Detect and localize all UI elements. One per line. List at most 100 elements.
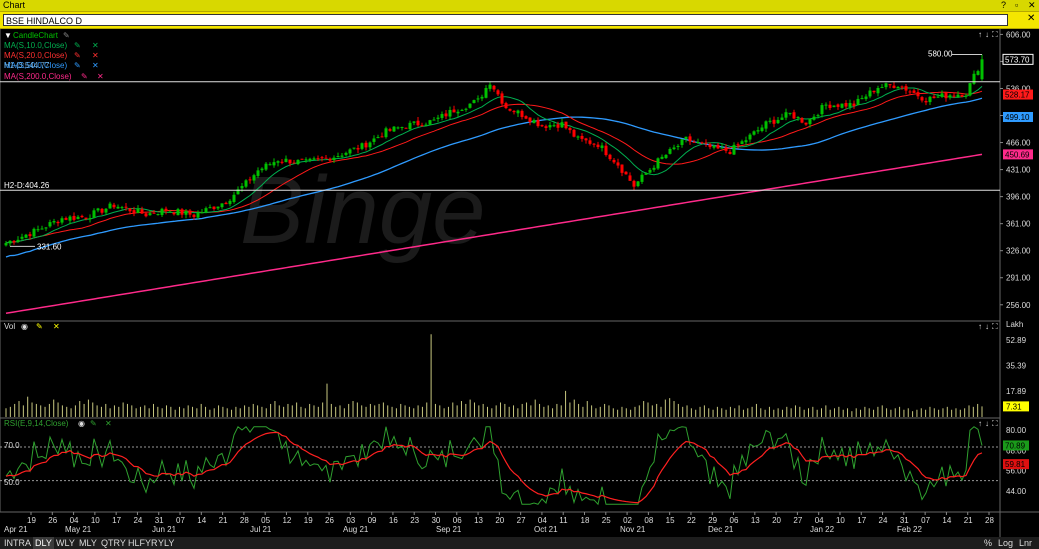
candle-body [176, 209, 180, 216]
candle-body [80, 215, 84, 218]
interval-button-mly[interactable]: MLY [79, 537, 97, 549]
eye-icon[interactable]: ◉ [78, 419, 85, 428]
arrow-down-icon[interactable]: ↓ [985, 322, 989, 331]
remove-x-icon[interactable]: ✕ [53, 322, 60, 331]
remove-x-icon[interactable]: ✕ [92, 61, 99, 70]
candle-body [644, 173, 648, 175]
help-icon[interactable]: ? [1001, 0, 1006, 11]
symbol-input[interactable]: BSE HINDALCO D [3, 14, 1008, 26]
maximize-icon[interactable]: ⛶ [991, 419, 998, 428]
maximize-icon[interactable]: ⛶ [991, 322, 998, 331]
candle-body [396, 127, 400, 129]
candle-body [152, 212, 156, 214]
log-scale-button[interactable]: Log [998, 537, 1013, 549]
x-month-label: Aug 21 [343, 525, 369, 534]
candle-body [188, 210, 192, 215]
candle-body [376, 137, 380, 139]
edit-pencil-icon[interactable]: ✎ [90, 419, 97, 428]
x-tick-label: 28 [985, 516, 994, 525]
edit-pencil-icon[interactable]: ✎ [63, 31, 70, 40]
legend-ma10[interactable]: MA(S,10.0,Close) [4, 41, 67, 50]
x-tick-label: 24 [133, 516, 142, 525]
arrow-down-icon[interactable]: ↓ [985, 30, 989, 39]
chart-area[interactable]: Binge 606.00571.00536.00501.00466.00431.… [0, 29, 1039, 537]
candle-body [204, 208, 208, 213]
candle-body [884, 83, 888, 88]
candle-body [828, 104, 832, 108]
candle-body [164, 208, 168, 211]
remove-x-icon[interactable]: ✕ [97, 72, 104, 81]
arrow-up-icon[interactable]: ↑ [978, 30, 982, 39]
linear-scale-button[interactable]: Lnr [1019, 537, 1032, 549]
arrow-up-icon[interactable]: ↑ [978, 322, 982, 331]
interval-button-hlfyr[interactable]: HLFYR [128, 537, 158, 549]
status-toolbar: INTRA DLY WLY MLY QTRY HLFYR YLY % Log L… [0, 537, 1039, 549]
candle-body [300, 158, 304, 160]
edit-pencil-icon[interactable]: ✎ [36, 322, 43, 331]
edit-pencil-icon[interactable]: ✎ [74, 51, 81, 60]
rsi-tick-label: 80.00 [1006, 426, 1027, 435]
x-tick-label: 27 [517, 516, 526, 525]
restore-icon[interactable]: ▫ [1015, 0, 1018, 11]
eye-icon[interactable]: ◉ [21, 322, 28, 331]
interval-button-intra[interactable]: INTRA [4, 537, 31, 549]
candle-body [636, 181, 640, 187]
vol-label[interactable]: Vol [4, 322, 15, 331]
x-tick-label: 26 [48, 516, 57, 525]
x-tick-label: 21 [219, 516, 228, 525]
candle-body [640, 174, 644, 182]
legend-ma20[interactable]: MA(S,20.0,Close) [4, 51, 67, 60]
candle-body [484, 88, 488, 98]
candle-body [684, 136, 688, 139]
x-month-label: Dec 21 [708, 525, 734, 534]
x-tick-label: 31 [155, 516, 164, 525]
interval-button-wly[interactable]: WLY [56, 537, 75, 549]
candle-body [316, 158, 320, 160]
x-tick-label: 06 [453, 516, 462, 525]
volume-tick-label: 17.89 [1006, 387, 1027, 396]
remove-x-icon[interactable]: ✕ [92, 41, 99, 50]
candle-body [148, 213, 152, 216]
arrow-up-icon[interactable]: ↑ [978, 419, 982, 428]
volume-unit: Lakh [1006, 320, 1023, 329]
edit-pencil-icon[interactable]: ✎ [81, 72, 88, 81]
x-tick-label: 04 [70, 516, 79, 525]
candle-body [772, 119, 776, 124]
candle-body [980, 59, 984, 80]
ma200-badge: 450.69 [1003, 149, 1033, 160]
interval-button-qtry[interactable]: QTRY [101, 537, 126, 549]
candle-body [856, 98, 860, 106]
price-tick-label: 606.00 [1006, 30, 1031, 39]
candle-legend-arrow[interactable]: ▼ [4, 31, 12, 40]
candle-body [24, 234, 28, 238]
candle-body [896, 86, 900, 89]
legend-ma200[interactable]: MA(S,200.0,Close) [4, 72, 72, 81]
legend-candle[interactable]: CandleChart [13, 31, 59, 40]
remove-x-icon[interactable]: ✕ [105, 419, 112, 428]
close-icon[interactable]: ✕ [1028, 0, 1036, 11]
x-tick-label: 12 [282, 516, 291, 525]
interval-button-dly[interactable]: DLY [33, 537, 54, 549]
arrow-down-icon[interactable]: ↓ [985, 419, 989, 428]
candle-body [812, 116, 816, 120]
edit-pencil-icon[interactable]: ✎ [74, 61, 81, 70]
candle-body [712, 145, 716, 148]
candle-body [544, 126, 548, 128]
candle-body [528, 117, 532, 123]
rsi-label[interactable]: RSI(E,9,14,Close) [4, 419, 69, 428]
symbol-close-icon[interactable]: ✕ [1027, 13, 1035, 24]
edit-pencil-icon[interactable]: ✎ [74, 41, 81, 50]
candle-body [496, 90, 500, 95]
candle-body [844, 102, 848, 107]
remove-x-icon[interactable]: ✕ [92, 51, 99, 60]
candle-body [616, 162, 620, 166]
percent-scale-button[interactable]: % [984, 537, 992, 549]
candle-body [272, 162, 276, 166]
candle-body [96, 208, 100, 211]
candle-body [728, 151, 732, 155]
legend-ma50-overlay: H1-D:544.77 [4, 61, 50, 70]
candle-body [136, 208, 140, 214]
maximize-icon[interactable]: ⛶ [991, 30, 998, 39]
svg-text:499.10: 499.10 [1005, 113, 1030, 122]
interval-button-yly[interactable]: YLY [158, 537, 174, 549]
